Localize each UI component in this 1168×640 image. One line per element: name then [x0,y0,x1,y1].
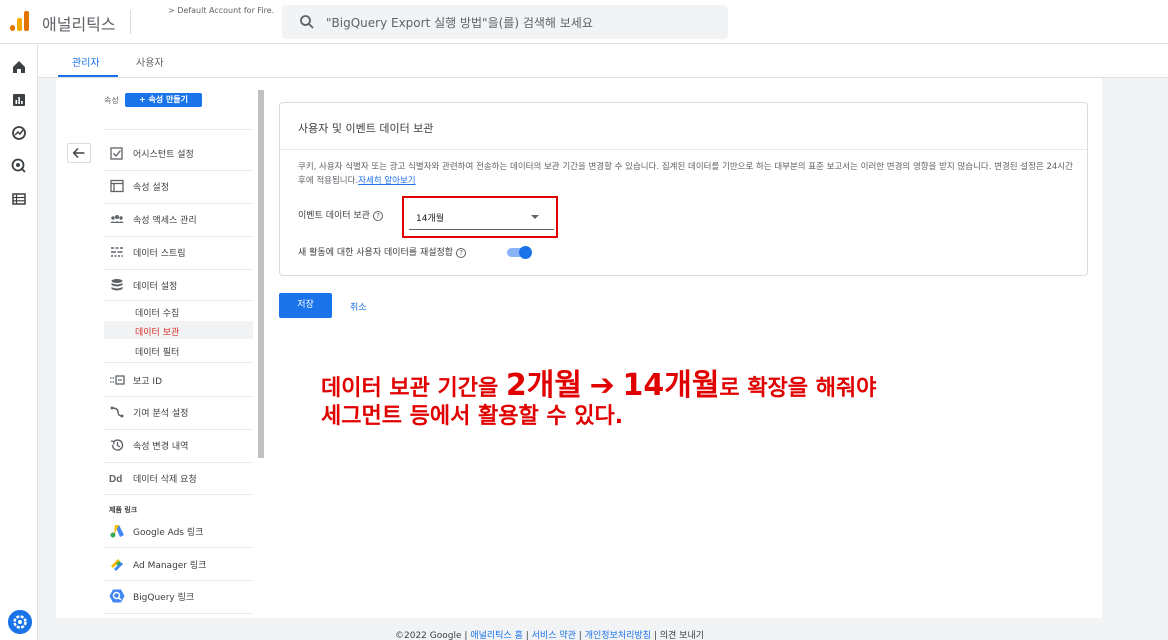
home-icon[interactable] [11,59,27,75]
back-arrow-icon[interactable] [67,143,91,163]
product-links-heading: 제품 링크 [109,506,138,514]
tab-admin[interactable]: 관리자 [72,54,100,69]
reports-icon[interactable] [11,92,27,108]
dropdown-arrow-icon [531,215,539,219]
divider [104,236,253,237]
card-description: 쿠키, 사용자 식별자 또는 광고 식별자와 관련하여 전송하는 데이터의 보관… [298,162,1073,186]
explore-icon[interactable] [11,125,27,141]
nav-data-streams[interactable]: 데이터 스트림 [104,240,253,264]
divider [104,203,253,204]
account-selector[interactable]: > Default Account for Fire... [168,6,274,15]
left-rail [0,44,38,640]
checkbox-icon [110,147,123,160]
create-property-button[interactable]: + 속성 만들기 [125,93,202,107]
retention-label: 이벤트 데이터 보관? [298,208,383,221]
divider [280,149,1087,150]
divider [104,269,253,270]
configure-icon[interactable] [11,191,27,207]
history-icon [110,439,124,451]
divider [104,613,253,614]
tab-user[interactable]: 사용자 [136,54,164,69]
nav-data-deletion-requests[interactable]: Dd 데이터 삭제 요청 [104,466,253,490]
nav-property-settings[interactable]: 속성 설정 [104,174,253,198]
sub-data-filters[interactable]: 데이터 필터 [104,341,253,359]
footer-link-home[interactable]: 애널리틱스 홈 [470,631,523,640]
sub-data-collection[interactable]: 데이터 수집 [104,302,253,320]
divider [104,547,253,548]
dd-icon: Dd [109,474,122,485]
divider [104,580,253,581]
divider [104,396,253,397]
footer: ©2022 Google | 애널리틱스 홈 | 서비스 약관 | 개인정보처리… [395,631,705,640]
divider [104,170,253,171]
nav-setup-assistant[interactable]: 어시스턴트 설정 [104,141,253,165]
divider [104,300,253,301]
nav-reporting-id[interactable]: 보고 ID [104,368,253,392]
annotation-line-2: 세그먼트 등에서 활용할 수 있다. [321,404,624,429]
tab-indicator [58,75,118,77]
save-button[interactable]: 저장 [279,293,332,318]
reset-user-data-toggle[interactable] [507,246,532,259]
nav-attribution-settings[interactable]: 기여 분석 설정 [104,400,253,424]
nav-bigquery-link[interactable]: BigQuery 링크 [104,584,253,608]
tab-bar: 관리자 사용자 [38,44,1168,78]
learn-more-link[interactable]: 자세히 알아보기 [358,176,415,186]
analytics-logo-icon[interactable] [10,11,30,31]
divider [104,129,253,130]
search-icon [300,15,314,29]
footer-link-terms[interactable]: 서비스 약관 [532,631,576,640]
divider [130,10,131,34]
advertising-icon[interactable] [11,158,27,174]
retention-select-value: 14개월 [416,214,445,224]
ad-manager-icon [111,559,123,571]
nav-data-settings[interactable]: 데이터 설정 [104,273,253,297]
nav-google-ads-link[interactable]: Google Ads 링크 [104,519,253,543]
search-placeholder: "BigQuery Export 실행 방법"을(를) 검색해 보세요 [326,16,593,30]
report-id-icon [110,375,125,385]
app-title[interactable]: 애널리틱스 [42,11,116,35]
sub-data-retention[interactable]: 데이터 보관 [104,321,253,339]
nav-ad-manager-link[interactable]: Ad Manager 링크 [104,552,253,576]
cancel-button[interactable]: 취소 [350,300,367,313]
window-icon [110,179,124,193]
divider [104,462,253,463]
people-icon [110,215,124,223]
data-retention-card: 사용자 및 이벤트 데이터 보관 쿠키, 사용자 식별자 또는 광고 식별자와 … [279,102,1088,276]
nav-change-history[interactable]: 속성 변경 내역 [104,433,253,457]
help-icon[interactable]: ? [456,247,467,258]
card-title: 사용자 및 이벤트 데이터 보관 [298,122,434,135]
settings-gear-icon[interactable] [8,610,32,634]
svg-text:Dd: Dd [109,474,122,485]
divider [104,494,253,495]
top-bar: 애널리틱스 > Default Account for Fire... "Big… [0,0,1168,44]
nav-scrollbar[interactable] [258,90,264,458]
footer-link-feedback[interactable]: 의견 보내기 [660,631,704,640]
google-ads-icon [110,525,124,538]
property-label: 속성 [104,96,119,105]
divider [104,362,253,363]
footer-link-privacy[interactable]: 개인정보처리방침 [585,631,651,640]
database-icon [111,279,123,291]
retention-select[interactable]: 14개월 [409,204,554,230]
help-icon[interactable]: ? [372,210,383,221]
bigquery-icon [109,589,125,603]
nav-property-access[interactable]: 속성 액세스 관리 [104,207,253,231]
attribution-icon [110,406,124,418]
divider [104,429,253,430]
reset-user-data-label: 새 활동에 대한 사용자 데이터를 재설정합? [298,245,467,258]
search-box[interactable]: "BigQuery Export 실행 방법"을(를) 검색해 보세요 [282,5,728,39]
stream-icon [111,247,123,257]
